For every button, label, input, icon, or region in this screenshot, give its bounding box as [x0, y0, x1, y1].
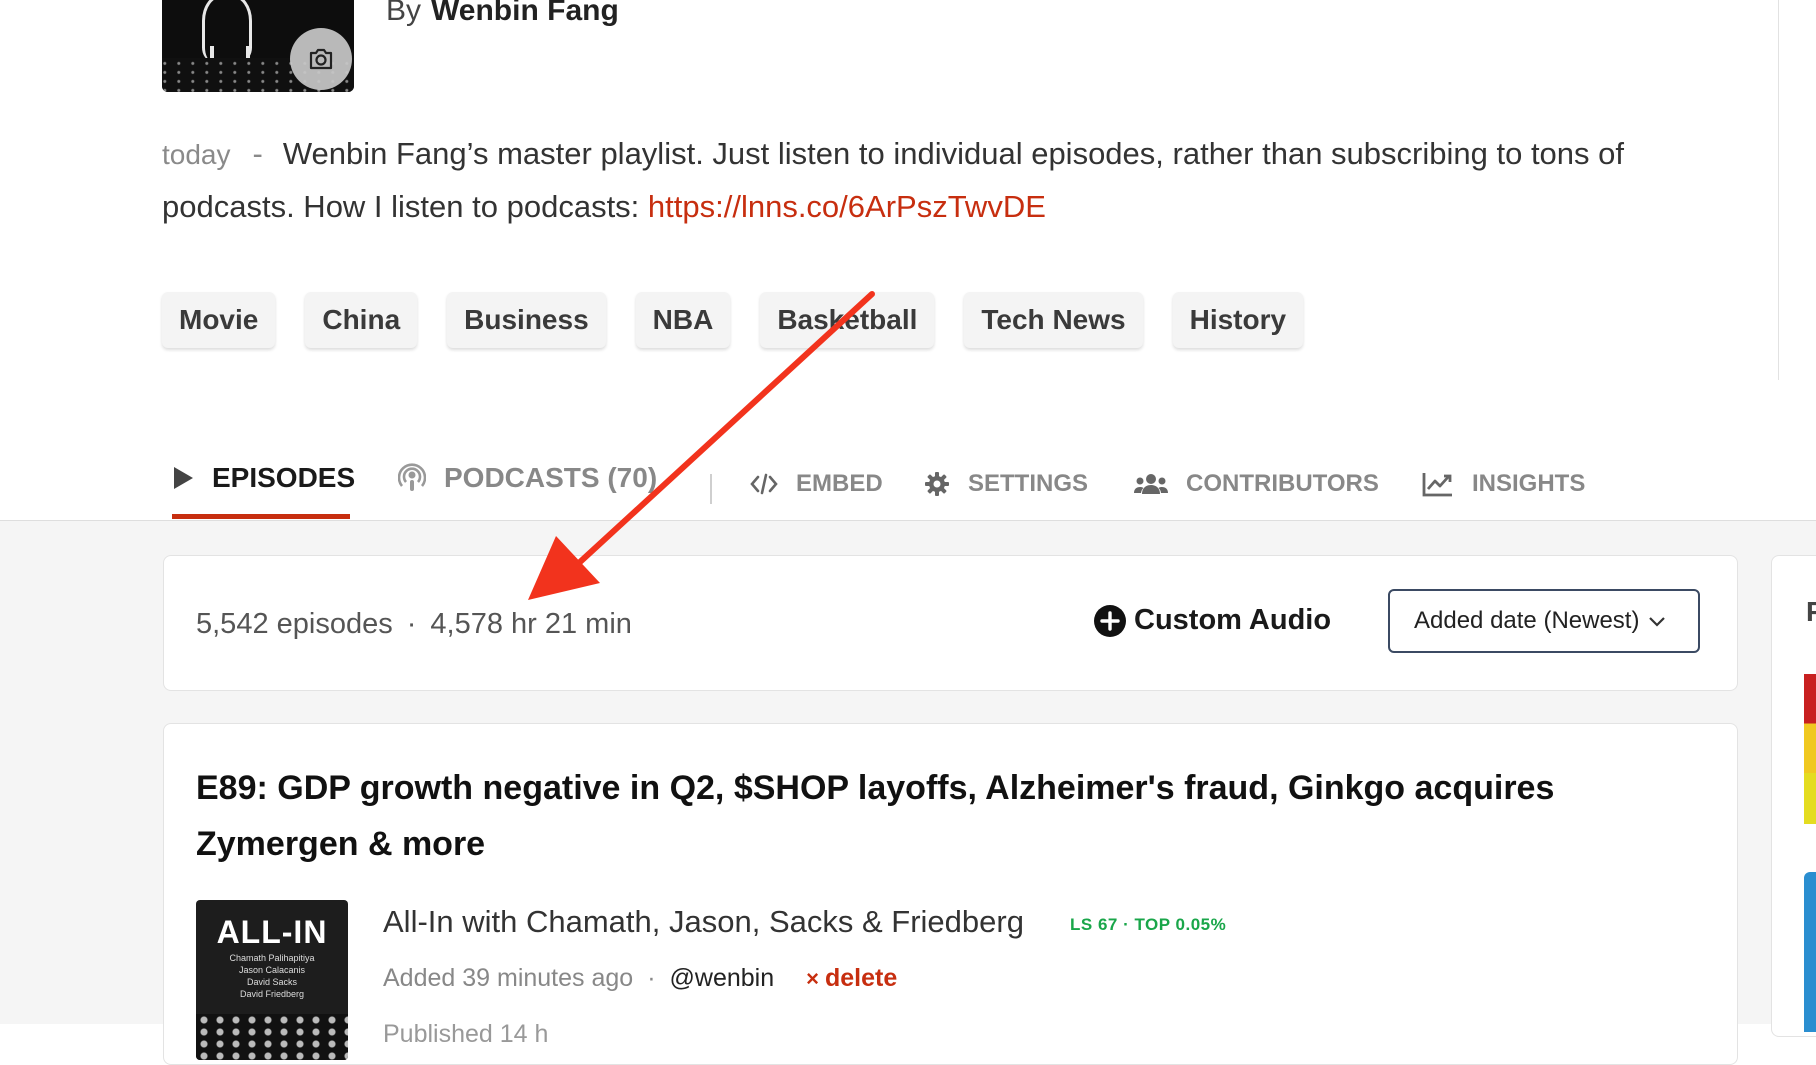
chart-line-icon: [1422, 471, 1454, 497]
podcast-art-host: Jason Calacanis: [238, 965, 306, 975]
tab-contributors-label: CONTRIBUTORS: [1186, 470, 1379, 497]
tag-list: Movie China Business NBA Basketball Tech…: [162, 292, 1333, 348]
tab-settings-label: SETTINGS: [968, 470, 1089, 497]
total-duration: 4,578 hr 21 min: [430, 608, 632, 640]
tab-embed[interactable]: EMBED: [750, 470, 883, 498]
added-by-user[interactable]: @wenbin: [670, 964, 775, 993]
updated-time: today: [162, 139, 231, 170]
close-icon: ×: [806, 966, 819, 991]
author-line: By Wenbin Fang: [386, 0, 619, 28]
stats-dot: ·: [406, 608, 417, 640]
listen-score-badge: LS 67 · TOP 0.05%: [1070, 915, 1227, 934]
tab-podcasts-label: PODCASTS (70): [444, 462, 658, 493]
tab-settings[interactable]: SETTINGS: [924, 470, 1088, 498]
added-time: Added 39 minutes ago: [383, 964, 634, 992]
tag-history[interactable]: History: [1172, 292, 1304, 348]
tag-business[interactable]: Business: [447, 292, 606, 348]
episode-title[interactable]: E89: GDP growth negative in Q2, $SHOP la…: [196, 760, 1656, 872]
camera-icon: [309, 48, 333, 70]
podcast-icon: [398, 463, 426, 493]
delete-button[interactable]: × delete: [806, 964, 897, 993]
podcast-art-host: David Friedberg: [239, 989, 305, 999]
users-icon: [1134, 472, 1168, 496]
change-cover-button[interactable]: [290, 28, 352, 90]
custom-audio-button[interactable]: Custom Audio: [1094, 604, 1331, 637]
custom-audio-label: Custom Audio: [1134, 604, 1332, 636]
episode-count: 5,542 episodes: [196, 608, 393, 640]
tag-tech-news[interactable]: Tech News: [964, 292, 1143, 348]
podcast-art-host: David Sacks: [246, 977, 298, 987]
active-tab-underline: [172, 514, 350, 519]
sort-selected-value: Added date (Newest): [1414, 607, 1640, 634]
tab-insights[interactable]: INSIGHTS: [1422, 470, 1585, 498]
tab-contributors[interactable]: CONTRIBUTORS: [1134, 470, 1379, 498]
chevron-down-icon: [1649, 611, 1666, 632]
episode-published: Published 14 h: [383, 1020, 549, 1048]
episodes-stats: 5,542 episodes · 4,578 hr 21 min: [196, 608, 632, 641]
description-link[interactable]: https://lnns.co/6ArPszTwvDE: [648, 189, 1046, 224]
delete-label: delete: [824, 964, 898, 992]
tag-basketball[interactable]: Basketball: [760, 292, 935, 348]
tag-nba[interactable]: NBA: [635, 292, 731, 348]
tab-episodes-label: EPISODES: [212, 462, 356, 493]
play-icon: [172, 466, 194, 490]
author-name[interactable]: Wenbin Fang: [431, 0, 619, 27]
side-panel-heading: P: [1806, 596, 1816, 628]
meta-dot: ·: [647, 964, 656, 992]
podcast-art-hosts: Chamath Palihapitiya Jason Calacanis Dav…: [196, 952, 348, 1000]
podcast-name[interactable]: All-In with Chamath, Jason, Sacks & Frie…: [383, 904, 1024, 940]
episode-meta: Added 39 minutes ago · @wenbin × delete: [383, 964, 897, 993]
sort-select[interactable]: Added date (Newest): [1388, 589, 1700, 653]
podcast-artwork[interactable]: ALL-IN Chamath Palihapitiya Jason Calaca…: [196, 900, 348, 1060]
tab-podcasts[interactable]: PODCASTS (70): [398, 462, 657, 494]
code-icon: [750, 473, 778, 495]
podcast-art-logo: ALL-IN: [216, 914, 328, 950]
playlist-description: today - Wenbin Fang’s master playlist. Jus…: [162, 128, 1742, 233]
tab-episodes[interactable]: EPISODES: [172, 462, 355, 494]
tag-china[interactable]: China: [305, 292, 418, 348]
header-divider: [1778, 0, 1779, 380]
tab-embed-label: EMBED: [796, 470, 883, 497]
side-panel-thumbnail[interactable]: [1804, 674, 1816, 824]
episode-card: E89: GDP growth negative in Q2, $SHOP la…: [163, 723, 1738, 1065]
tab-insights-label: INSIGHTS: [1472, 470, 1586, 497]
tag-movie[interactable]: Movie: [162, 292, 276, 348]
side-panel-banner[interactable]: [1804, 872, 1816, 1032]
gear-icon: [924, 471, 950, 497]
plus-circle-icon: [1094, 604, 1126, 637]
tab-bar: EPISODES PODCASTS (70) EMBED SETTINGS CO…: [0, 440, 1816, 521]
podcast-art-host: Chamath Palihapitiya: [229, 953, 315, 963]
description-separator: -: [252, 136, 263, 171]
podcast-art-chips: [196, 1014, 348, 1060]
episodes-summary-card: 5,542 episodes · 4,578 hr 21 min Custom Au…: [163, 555, 1738, 691]
side-panel-card: P: [1771, 555, 1816, 1037]
tab-separator: [710, 474, 712, 504]
by-prefix: By: [386, 0, 422, 27]
